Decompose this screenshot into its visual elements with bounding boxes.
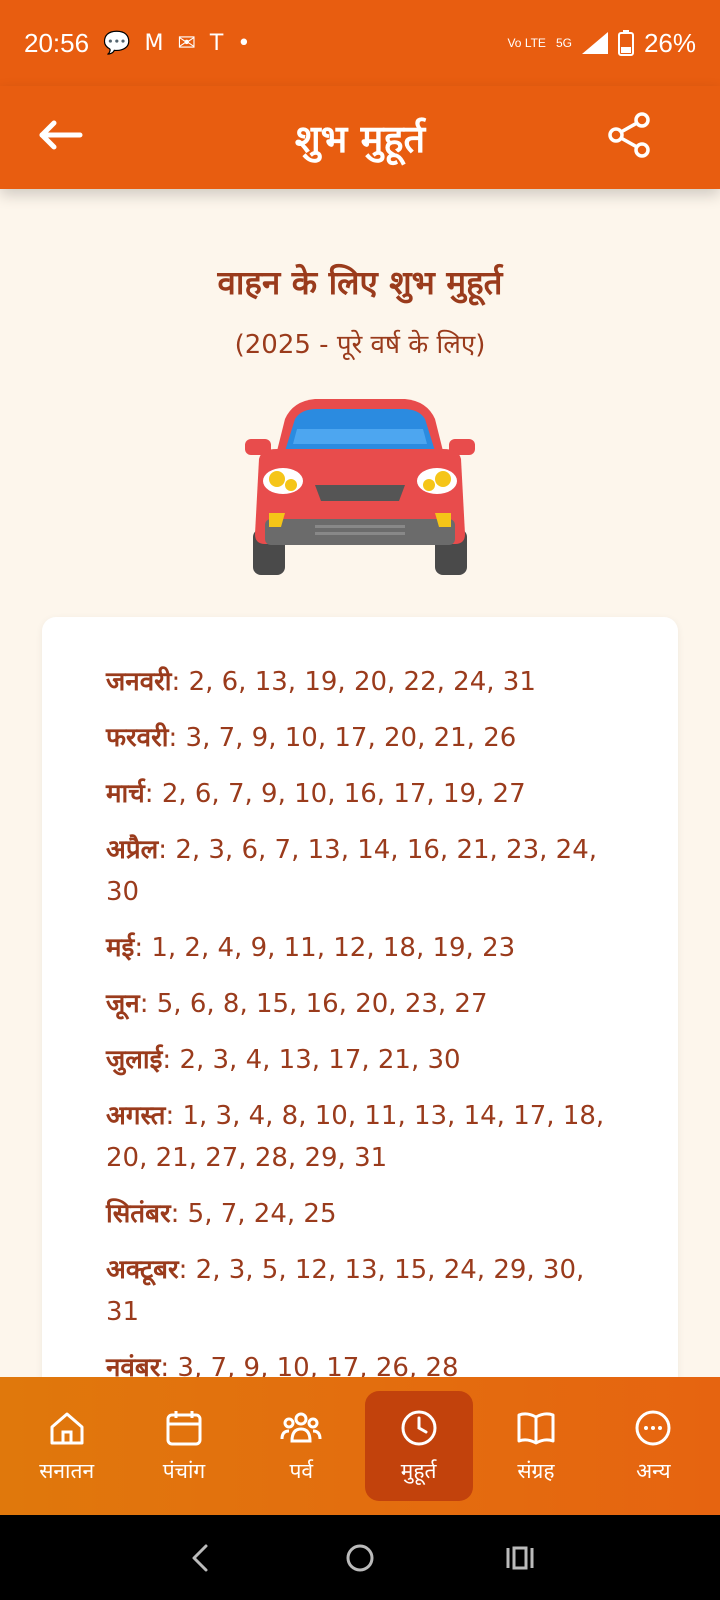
month-row: मार्च: 2, 6, 7, 9, 10, 16, 17, 19, 27 bbox=[106, 773, 614, 815]
month-dates: : 2, 3, 4, 13, 17, 21, 30 bbox=[162, 1045, 461, 1075]
app-bar: शुभ मुहूर्त bbox=[0, 86, 720, 189]
system-home-icon[interactable] bbox=[342, 1540, 378, 1576]
nav-item-sangrah[interactable]: संग्रह bbox=[482, 1391, 590, 1501]
system-recents-icon[interactable] bbox=[502, 1540, 538, 1576]
back-arrow-icon[interactable] bbox=[36, 110, 86, 160]
month-dates: : 5, 7, 24, 25 bbox=[170, 1199, 337, 1229]
nav-label: पर्व bbox=[289, 1459, 314, 1483]
system-navigation-bar bbox=[0, 1515, 720, 1600]
more-notifications-dot: • bbox=[237, 30, 251, 56]
month-row: अक्टूबर: 2, 3, 5, 12, 13, 15, 24, 29, 30… bbox=[106, 1249, 614, 1333]
month-name: जुलाई bbox=[106, 1045, 163, 1075]
main-content[interactable]: वाहन के लिए शुभ मुहूर्त (2025 - पूरे वर्… bbox=[0, 189, 720, 1378]
month-dates: : 1, 2, 4, 9, 11, 12, 18, 19, 23 bbox=[134, 933, 516, 963]
nav-item-muhurt[interactable]: मुहूर्त bbox=[364, 1391, 473, 1501]
month-name: सितंबर bbox=[106, 1199, 171, 1229]
bottom-navigation: सनातन पंचांग पर्व मुहूर्त संग्रह अन्य bbox=[0, 1377, 720, 1515]
month-name: जनवरी bbox=[106, 667, 172, 697]
month-name: मार्च bbox=[106, 779, 145, 809]
month-dates: : 2, 6, 7, 9, 10, 16, 17, 19, 27 bbox=[144, 779, 526, 809]
status-right: Vo LTE 5G 26% bbox=[507, 28, 696, 59]
signal-icon bbox=[581, 32, 608, 54]
month-row: जून: 5, 6, 8, 15, 16, 20, 23, 27 bbox=[106, 983, 614, 1025]
nav-label: संग्रह bbox=[517, 1459, 555, 1483]
month-name: अगस्त bbox=[106, 1101, 166, 1131]
month-name: फरवरी bbox=[106, 723, 169, 753]
month-row: फरवरी: 3, 7, 9, 10, 17, 20, 21, 26 bbox=[106, 717, 614, 759]
page-title: शुभ मुहूर्त bbox=[294, 116, 426, 161]
month-row: नवंबर: 3, 7, 9, 10, 17, 26, 28 bbox=[106, 1347, 614, 1378]
nav-item-parv[interactable]: पर्व bbox=[247, 1391, 355, 1501]
dates-card: जनवरी: 2, 6, 13, 19, 20, 22, 24, 31 फरवरी… bbox=[42, 617, 678, 1378]
nav-item-sanatan[interactable]: सनातन bbox=[13, 1391, 121, 1501]
month-name: जून bbox=[106, 989, 140, 1019]
month-dates: : 2, 3, 6, 7, 13, 14, 16, 21, 23, 24, 30 bbox=[106, 835, 598, 907]
month-dates: : 2, 3, 5, 12, 13, 15, 24, 29, 30, 31 bbox=[106, 1255, 585, 1327]
section-heading: वाहन के लिए शुभ मुहूर्त bbox=[217, 263, 503, 302]
clock-icon bbox=[401, 1410, 437, 1446]
network-5g-indicator: 5G bbox=[555, 36, 572, 50]
chat-icon: 💬 bbox=[103, 30, 131, 56]
teams-icon: T bbox=[209, 30, 224, 56]
month-dates: : 5, 6, 8, 15, 16, 20, 23, 27 bbox=[139, 989, 488, 1019]
nav-label: मुहूर्त bbox=[400, 1459, 437, 1483]
month-row: जुलाई: 2, 3, 4, 13, 17, 21, 30 bbox=[106, 1039, 614, 1081]
share-icon[interactable] bbox=[604, 110, 654, 160]
month-list: जनवरी: 2, 6, 13, 19, 20, 22, 24, 31 फरवरी… bbox=[106, 661, 614, 1378]
month-dates: : 2, 6, 13, 19, 20, 22, 24, 31 bbox=[171, 667, 536, 697]
battery-icon bbox=[617, 30, 634, 56]
month-row: मई: 1, 2, 4, 9, 11, 12, 18, 19, 23 bbox=[106, 927, 614, 969]
notification-icons: 💬 M ✉ T • bbox=[103, 31, 250, 56]
status-time: 20:56 bbox=[24, 27, 90, 58]
book-icon bbox=[517, 1412, 555, 1445]
volte-indicator: Vo LTE bbox=[507, 36, 546, 50]
car-icon bbox=[245, 399, 475, 575]
month-name: मई bbox=[106, 933, 135, 963]
nav-label: अन्य bbox=[636, 1459, 671, 1483]
more-icon bbox=[635, 1410, 671, 1446]
month-dates: : 3, 7, 9, 10, 17, 20, 21, 26 bbox=[168, 723, 517, 753]
month-name: अक्टूबर bbox=[106, 1255, 179, 1285]
home-icon bbox=[50, 1412, 84, 1445]
month-dates: : 1, 3, 4, 8, 10, 11, 13, 14, 17, 18, 20… bbox=[106, 1101, 605, 1173]
status-bar: 20:56 💬 M ✉ T • Vo LTE 5G 26% bbox=[0, 0, 720, 86]
nav-label: पंचांग bbox=[162, 1459, 206, 1483]
calendar-icon bbox=[166, 1411, 202, 1446]
month-row: जनवरी: 2, 6, 13, 19, 20, 22, 24, 31 bbox=[106, 661, 614, 703]
people-icon bbox=[280, 1412, 322, 1443]
battery-level: 26% bbox=[643, 27, 696, 58]
month-row: अगस्त: 1, 3, 4, 8, 10, 11, 13, 14, 17, 1… bbox=[106, 1095, 614, 1179]
system-back-icon[interactable] bbox=[182, 1540, 218, 1576]
nav-item-anya[interactable]: अन्य bbox=[599, 1391, 707, 1501]
month-name: नवंबर bbox=[106, 1353, 161, 1378]
month-name: अप्रैल bbox=[106, 835, 159, 865]
gmail-icon: M bbox=[144, 30, 164, 56]
month-row: सितंबर: 5, 7, 24, 25 bbox=[106, 1193, 614, 1235]
nav-label: सनातन bbox=[39, 1459, 95, 1483]
section-subheading: (2025 - पूरे वर्ष के लिए) bbox=[234, 330, 486, 360]
outlook-icon: ✉ bbox=[177, 30, 196, 56]
nav-item-panchang[interactable]: पंचांग bbox=[130, 1391, 238, 1501]
month-dates: : 3, 7, 9, 10, 17, 26, 28 bbox=[160, 1353, 459, 1378]
month-row: अप्रैल: 2, 3, 6, 7, 13, 14, 16, 21, 23, … bbox=[106, 829, 614, 913]
